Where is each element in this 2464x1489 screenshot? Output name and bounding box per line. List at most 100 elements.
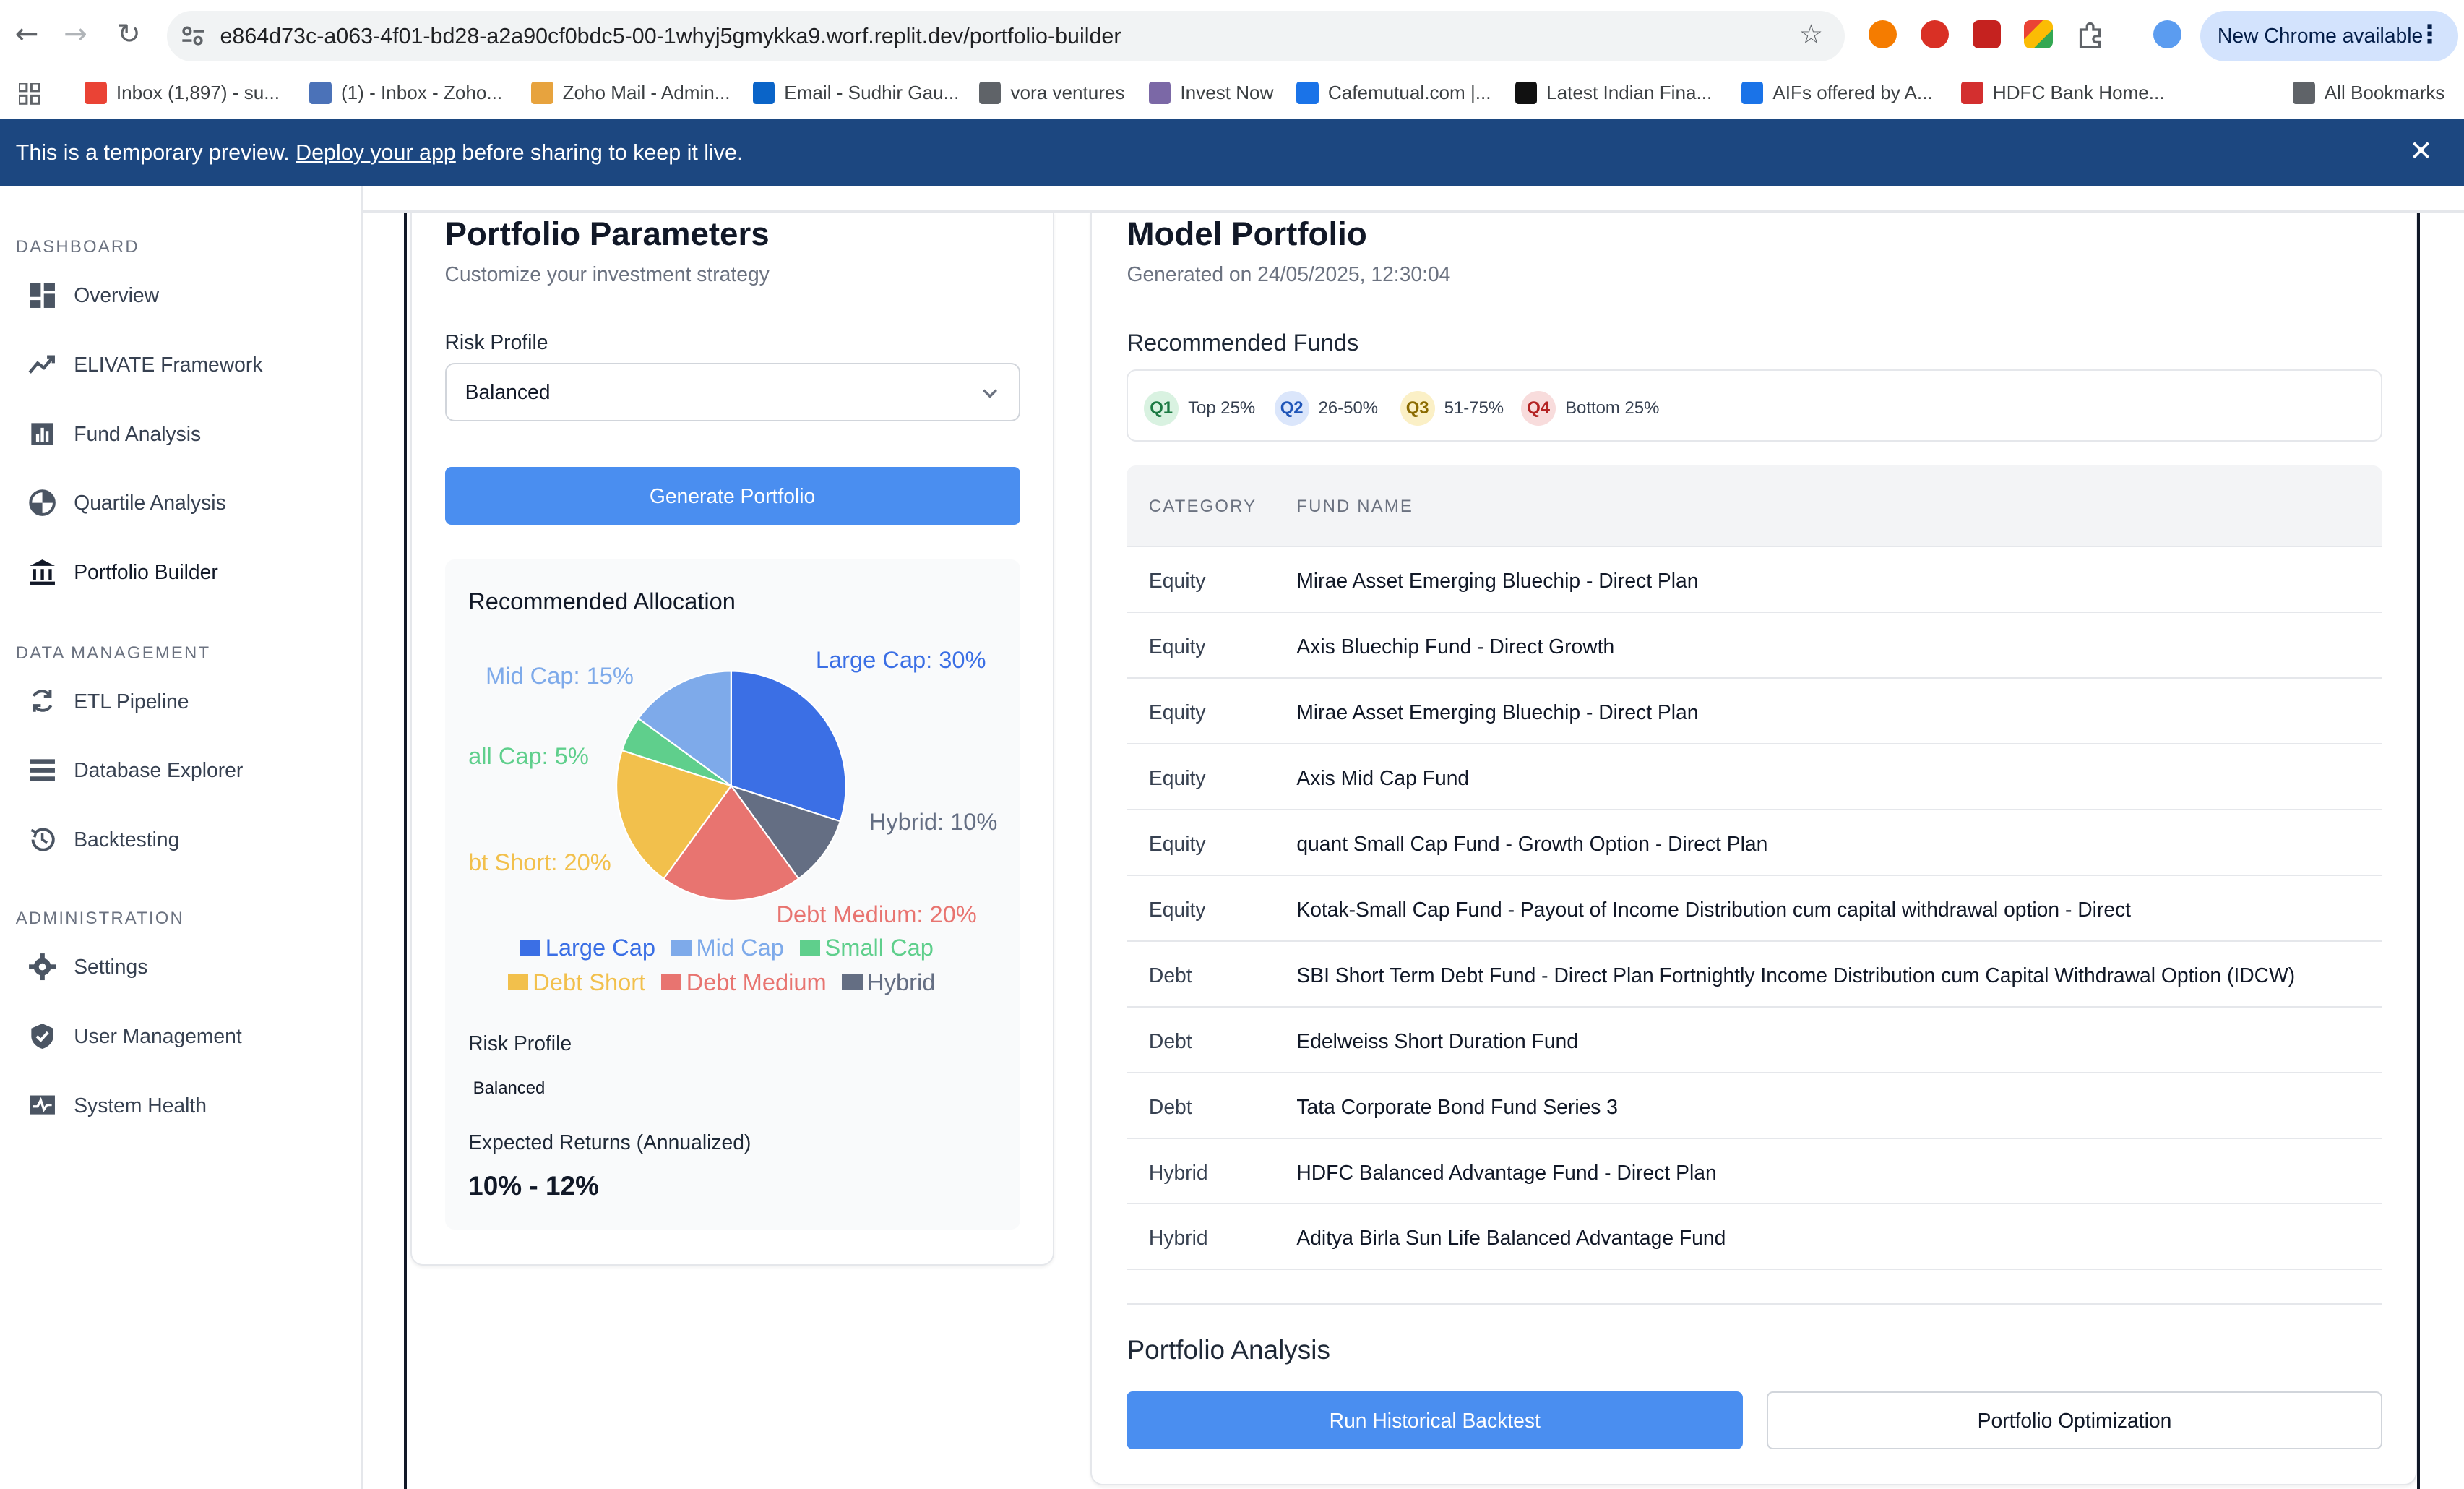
sidebar-section-title: ADMINISTRATION — [15, 909, 184, 929]
bookmark-item[interactable]: HDFC Bank Home... — [1961, 82, 2165, 104]
bookmark-label: Email - Sudhir Gau... — [784, 82, 960, 104]
bookmark-item[interactable]: All Bookmarks — [2293, 82, 2444, 104]
generate-portfolio-button[interactable]: Generate Portfolio — [444, 466, 1020, 525]
sidebar-item-portfolio-builder[interactable]: Portfolio Builder — [0, 544, 361, 601]
legend-item[interactable]: Debt Short — [507, 969, 645, 996]
preview-banner-text: This is a temporary preview. — [15, 140, 290, 165]
legend-swatch — [799, 940, 820, 956]
new-chrome-label: New Chrome available — [2217, 23, 2424, 47]
bookmark-item[interactable]: vora ventures — [979, 82, 1125, 104]
sidebar-item-fund-analysis[interactable]: Fund Analysis — [0, 405, 361, 462]
forward-arrow-icon[interactable]: → — [58, 17, 92, 52]
sidebar-item-database-explorer[interactable]: Database Explorer — [0, 742, 361, 799]
sidebar-item-settings[interactable]: Settings — [0, 938, 361, 995]
sidebar-section-title: DASHBOARD — [15, 237, 139, 257]
url-text[interactable]: e864d73c-a063-4f01-bd28-a2a90cf0bdc5-00-… — [220, 24, 1121, 49]
column-header-category: CATEGORY — [1148, 497, 1257, 517]
reload-icon[interactable]: ↻ — [111, 17, 146, 52]
extension-icon[interactable] — [1869, 20, 1897, 49]
funds-table-header: CATEGORY FUND NAME — [1127, 465, 2383, 547]
legend-item[interactable]: Debt Medium — [660, 969, 827, 996]
fund-category-cell: Debt — [1148, 1029, 1192, 1052]
sidebar-item-label: System Health — [74, 1093, 207, 1117]
legend-swatch — [660, 974, 682, 990]
legend-swatch — [842, 974, 863, 990]
new-chrome-available-button[interactable]: New Chrome available ⋮ — [2200, 11, 2458, 61]
bookmark-item[interactable]: Latest Indian Fina... — [1515, 82, 1713, 104]
fund-category-cell: Debt — [1148, 963, 1192, 987]
legend-item[interactable]: Small Cap — [799, 934, 934, 961]
apps-grid-icon[interactable] — [19, 83, 40, 106]
profile-avatar-icon[interactable] — [2153, 20, 2181, 49]
bookmark-label: Latest Indian Fina... — [1546, 82, 1713, 104]
expected-returns-value: 10% - 12% — [468, 1171, 599, 1201]
sidebar-item-backtesting[interactable]: Backtesting — [0, 811, 361, 867]
pdf-extension-icon[interactable] — [1972, 20, 2001, 49]
parameters-title: Portfolio Parameters — [444, 215, 770, 252]
bookmark-item[interactable]: Cafemutual.com |... — [1296, 82, 1491, 104]
sidebar-item-label: ETL Pipeline — [74, 689, 189, 713]
sidebar-item-etl-pipeline[interactable]: ETL Pipeline — [0, 673, 361, 729]
fund-category-cell: Debt — [1148, 1094, 1192, 1118]
fund-category-cell: Equity — [1148, 831, 1206, 855]
bookmark-favicon-icon — [1741, 82, 1764, 104]
section-divider — [1127, 1303, 2383, 1305]
deploy-your-app-link[interactable]: Deploy your app — [296, 140, 456, 165]
chart-legend: Debt Short Debt Medium Hybrid — [507, 969, 935, 996]
sidebar: DASHBOARD Overview ELIVATE Framework Fun… — [0, 185, 363, 1489]
table-row: Debt Edelweiss Short Duration Fund — [1127, 1007, 2383, 1073]
legend-item[interactable]: Hybrid — [842, 969, 935, 996]
bookmark-item[interactable]: Email - Sudhir Gau... — [752, 82, 960, 104]
legend-swatch — [520, 940, 541, 956]
sidebar-item-label: User Management — [74, 1024, 242, 1047]
legend-label: Mid Cap — [696, 933, 784, 961]
sidebar-item-elivate-framework[interactable]: ELIVATE Framework — [0, 336, 361, 392]
table-row: Hybrid HDFC Balanced Advantage Fund - Dir… — [1127, 1138, 2383, 1205]
bookmark-label: Cafemutual.com |... — [1327, 82, 1491, 104]
table-row: Equity Mirae Asset Emerging Bluechip - Di… — [1127, 547, 2383, 614]
pie-chart-icon — [29, 489, 56, 517]
address-bar[interactable]: e864d73c-a063-4f01-bd28-a2a90cf0bdc5-00-… — [166, 11, 1845, 61]
sync-icon — [33, 690, 53, 713]
shield-icon — [31, 1023, 53, 1049]
run-historical-backtest-button[interactable]: Run Historical Backtest — [1127, 1391, 1744, 1450]
kebab-menu-icon[interactable]: ⋮ — [2417, 20, 2442, 49]
back-arrow-icon[interactable]: ← — [9, 17, 44, 52]
bookmark-star-icon[interactable]: ☆ — [1799, 19, 1823, 50]
quartile-label: 51-75% — [1444, 398, 1504, 419]
chart-legend: Large Cap Mid Cap Small Cap — [520, 934, 934, 961]
fund-category-cell: Equity — [1148, 766, 1206, 790]
bookmark-item[interactable]: (1) - Inbox - Zoho... — [309, 82, 502, 104]
legend-item[interactable]: Mid Cap — [671, 934, 784, 961]
close-icon[interactable]: ✕ — [2409, 135, 2433, 168]
puzzle-extensions-icon[interactable] — [2076, 20, 2104, 48]
recommended-funds-title: Recommended Funds — [1127, 328, 1359, 356]
frame-border — [2417, 212, 2421, 1489]
bookmark-item[interactable]: Invest Now — [1148, 82, 1273, 104]
sidebar-item-overview[interactable]: Overview — [0, 267, 361, 324]
bookmark-item[interactable]: Zoho Mail - Admin... — [531, 82, 731, 104]
extension-icon[interactable] — [1920, 20, 1949, 49]
quartile-legend-item: Q2 26-50% — [1274, 391, 1378, 426]
fund-category-cell: Hybrid — [1148, 1160, 1208, 1184]
quartile-legend-item: Q4 Bottom 25% — [1521, 391, 1659, 426]
fund-name-cell: Mirae Asset Emerging Bluechip - Direct P… — [1296, 569, 1699, 593]
pie-slice-label: Hybrid: 10% — [869, 807, 998, 835]
bookmark-item[interactable]: Inbox (1,897) - su... — [85, 82, 280, 104]
quartile-badge-q2: Q2 — [1274, 391, 1309, 426]
extension-icon[interactable] — [2024, 20, 2053, 49]
monitor-heart-icon — [30, 1095, 56, 1115]
legend-label: Large Cap — [545, 933, 655, 961]
risk-profile-select[interactable]: Balanced — [444, 363, 1020, 421]
bookmark-label: All Bookmarks — [2324, 82, 2445, 104]
sidebar-item-user-management[interactable]: User Management — [0, 1008, 361, 1064]
risk-profile-summary-label: Risk Profile — [468, 1031, 572, 1055]
sidebar-item-system-health[interactable]: System Health — [0, 1077, 361, 1133]
sidebar-item-quartile-analysis[interactable]: Quartile Analysis — [0, 475, 361, 531]
portfolio-optimization-button[interactable]: Portfolio Optimization — [1766, 1391, 2383, 1450]
sidebar-section-title: DATA MANAGEMENT — [15, 643, 211, 663]
table-row: Equity Kotak-Small Cap Fund - Payout of I… — [1127, 875, 2383, 942]
legend-item[interactable]: Large Cap — [520, 934, 655, 961]
site-settings-icon[interactable] — [179, 22, 207, 50]
bookmark-item[interactable]: AIFs offered by A... — [1741, 82, 1933, 104]
